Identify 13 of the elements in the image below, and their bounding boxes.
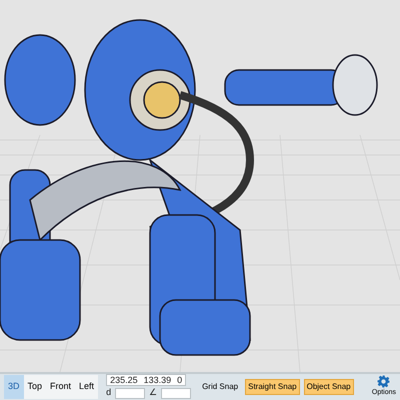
distance-field[interactable] <box>115 388 146 398</box>
coordinate-readout: 235.25 133.39 0 <box>106 374 186 386</box>
snap-toggle[interactable]: Object Snap <box>304 379 354 395</box>
view-button[interactable]: Left <box>75 375 98 399</box>
angle-label: ∠ <box>149 386 158 400</box>
view-button[interactable]: Front <box>46 375 76 399</box>
view-button[interactable]: 3D <box>4 375 24 399</box>
snap-toggle[interactable]: Grid Snap <box>199 379 242 395</box>
settings-icon <box>377 375 390 388</box>
snap-toggle[interactable]: Straight Snap <box>245 379 300 395</box>
angle-field[interactable] <box>161 388 192 398</box>
view-button[interactable]: Top <box>24 375 46 399</box>
distance-label: d <box>106 386 112 400</box>
